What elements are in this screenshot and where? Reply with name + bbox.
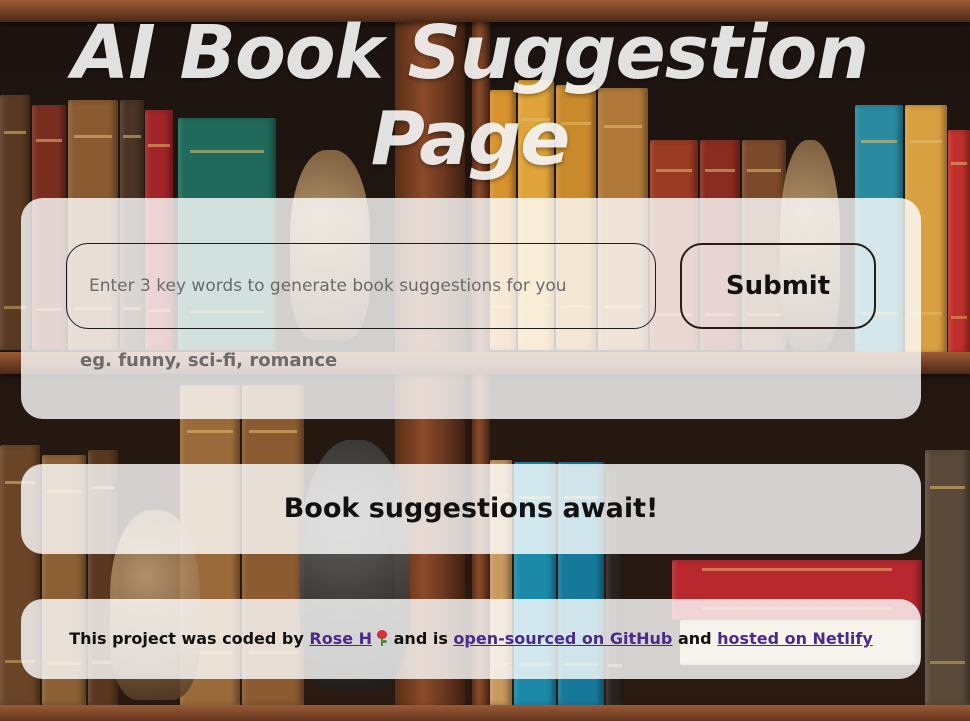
author-link[interactable]: Rose H xyxy=(309,629,388,648)
footer-prefix: This project was coded by xyxy=(69,629,304,648)
author-name: Rose H xyxy=(309,629,373,648)
results-card: Book suggestions await! xyxy=(21,464,921,554)
footer-text: This project was coded by Rose H and is … xyxy=(21,599,921,679)
example-hint: eg. funny, sci-fi, romance xyxy=(80,350,338,371)
github-link[interactable]: open-sourced on GitHub xyxy=(453,629,672,648)
results-message: Book suggestions await! xyxy=(283,493,659,524)
page-title: AI Book Suggestion Page xyxy=(71,10,869,182)
search-card: Submit eg. funny, sci-fi, romance xyxy=(21,198,921,419)
rose-icon xyxy=(376,630,388,646)
footer-joiner: and xyxy=(677,629,712,648)
footer-card: This project was coded by Rose H and is … xyxy=(21,599,921,679)
keywords-input[interactable] xyxy=(66,243,656,329)
footer-middle: and is xyxy=(393,629,448,648)
netlify-link[interactable]: hosted on Netlify xyxy=(717,629,873,648)
submit-button[interactable]: Submit xyxy=(680,243,876,329)
